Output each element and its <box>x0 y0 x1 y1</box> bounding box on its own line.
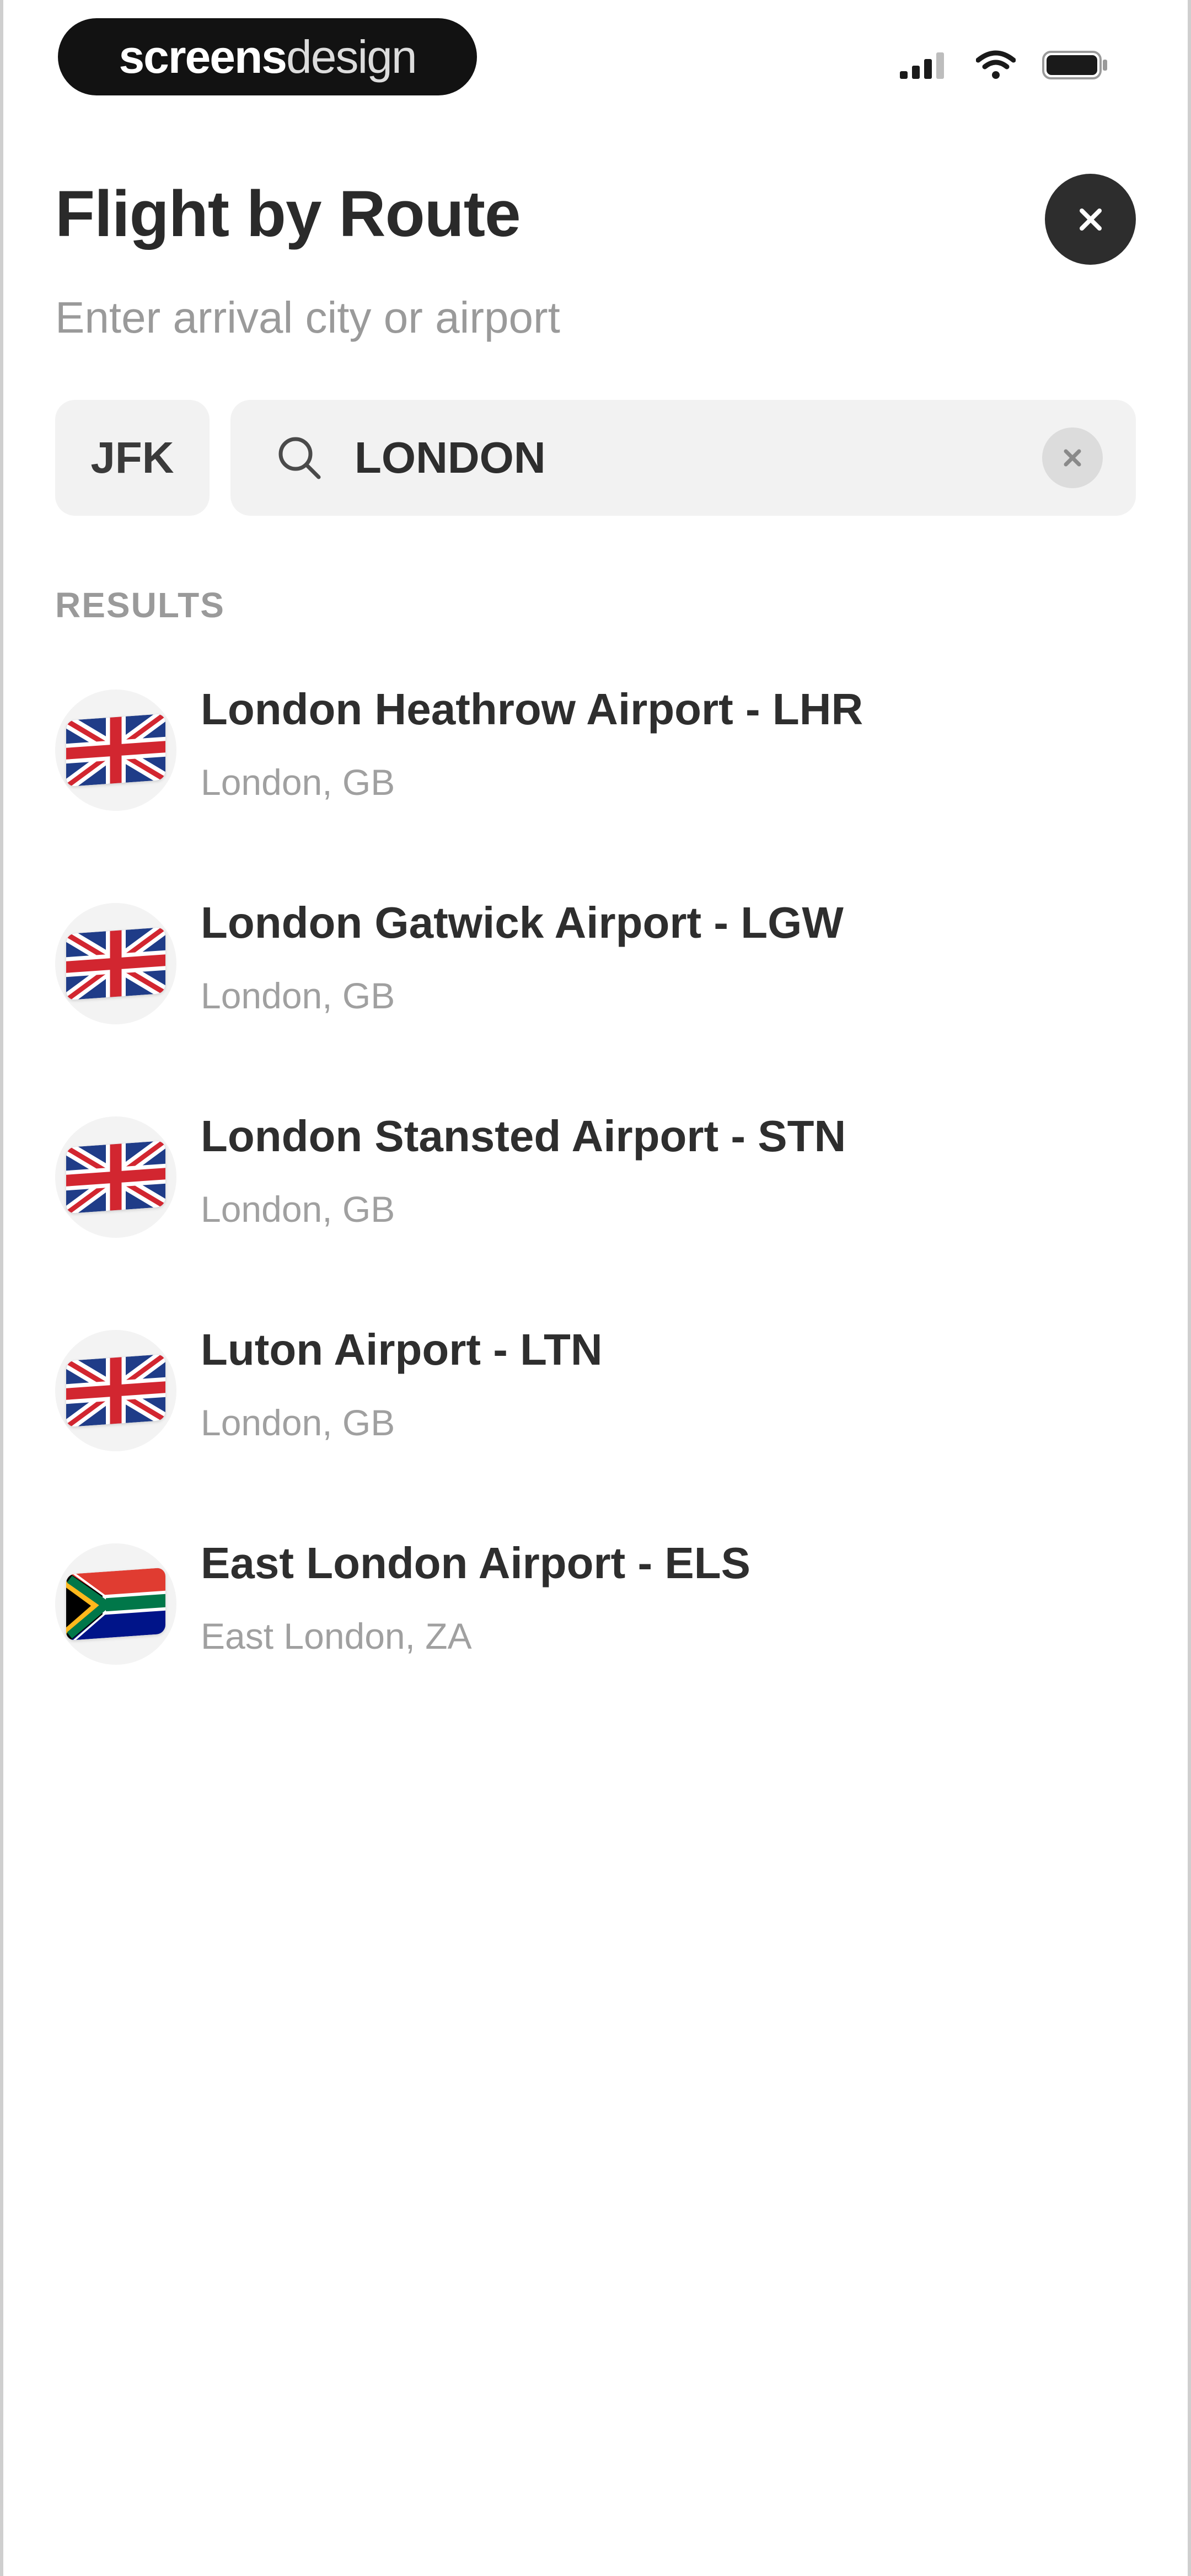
gb-flag-icon <box>66 927 165 1001</box>
result-airport-name: Luton Airport - LTN <box>201 1325 603 1374</box>
close-button[interactable] <box>1045 174 1136 265</box>
za-flag-icon <box>66 1567 165 1641</box>
brand-logo-light-text: design <box>286 31 417 83</box>
origin-airport-chip[interactable]: JFK <box>55 400 210 516</box>
flag-badge <box>55 1543 176 1665</box>
result-airport-location: London, GB <box>201 975 395 1016</box>
status-icons <box>900 50 1108 81</box>
search-icon <box>278 437 321 479</box>
gb-flag-icon <box>66 713 165 787</box>
clear-icon <box>1064 449 1081 467</box>
result-item-lhr[interactable]: London Heathrow Airport - LHR London, GB <box>55 673 1136 886</box>
result-airport-name: London Stansted Airport - STN <box>201 1111 846 1161</box>
battery-icon <box>1042 51 1107 79</box>
origin-airport-code: JFK <box>90 433 174 482</box>
result-airport-name: London Heathrow Airport - LHR <box>201 685 863 734</box>
gb-flag-icon <box>66 1140 165 1214</box>
brand-logo: screensdesign <box>58 18 477 95</box>
gb-flag-icon <box>66 1354 165 1428</box>
result-item-lgw[interactable]: London Gatwick Airport - LGW London, GB <box>55 886 1136 1100</box>
flag-badge <box>55 903 176 1024</box>
flag-badge <box>55 1116 176 1238</box>
result-airport-location: London, GB <box>201 1402 395 1443</box>
result-airport-location: London, GB <box>201 762 395 803</box>
results-list: London Heathrow Airport - LHR London, GB… <box>55 673 1136 1740</box>
arrival-search-input[interactable] <box>355 425 1042 491</box>
status-bar: screensdesign <box>0 0 1191 116</box>
result-airport-name: London Gatwick Airport - LGW <box>201 898 844 947</box>
arrival-search-box[interactable] <box>230 400 1136 516</box>
result-item-stn[interactable]: London Stansted Airport - STN London, GB <box>55 1100 1136 1313</box>
brand-logo-bold-text: screens <box>119 31 287 83</box>
wifi-icon <box>976 50 1016 79</box>
results-section-label: RESULTS <box>55 585 225 625</box>
clear-search-button[interactable] <box>1042 427 1103 488</box>
close-icon <box>1079 208 1102 231</box>
result-airport-location: East London, ZA <box>201 1616 472 1656</box>
flag-badge <box>55 690 176 811</box>
page-subtitle: Enter arrival city or airport <box>55 293 560 342</box>
page-title: Flight by Route <box>55 178 521 250</box>
flag-badge <box>55 1330 176 1451</box>
result-airport-location: London, GB <box>201 1189 395 1230</box>
result-item-ltn[interactable]: Luton Airport - LTN London, GB <box>55 1313 1136 1527</box>
result-airport-name: East London Airport - ELS <box>201 1538 750 1588</box>
result-item-els[interactable]: East London Airport - ELS East London, Z… <box>55 1527 1136 1740</box>
signal-icon <box>900 52 944 79</box>
